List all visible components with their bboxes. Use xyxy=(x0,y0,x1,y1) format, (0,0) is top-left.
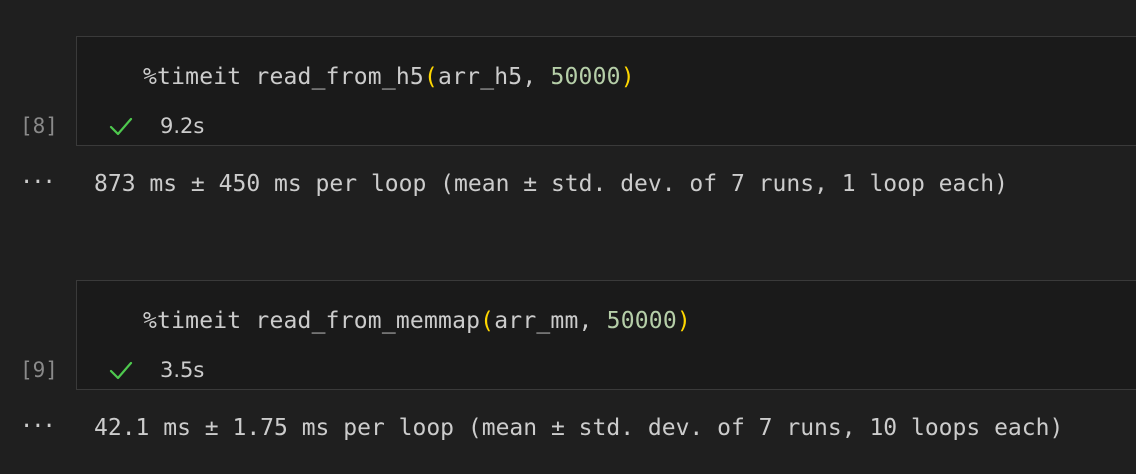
execution-duration: 9.2s xyxy=(160,114,205,138)
code-separator: , xyxy=(522,64,551,90)
code-line[interactable]: %timeit read_from_h5(arr_h5, 50000) xyxy=(143,61,635,93)
code-editor[interactable]: %timeit read_from_memmap(arr_mm, 50000) xyxy=(76,280,1136,390)
notebook-page: %timeit read_from_h5(arr_h5, 50000) [8] … xyxy=(0,0,1136,474)
code-separator: , xyxy=(578,308,607,334)
execution-count: [8] xyxy=(20,114,58,138)
code-close-paren: ) xyxy=(620,64,635,90)
code-open-paren: ( xyxy=(423,64,439,90)
code-arg: arr_mm xyxy=(494,308,579,334)
cell-output: ··· 42.1 ms ± 1.75 ms per loop (mean ± s… xyxy=(0,410,1136,446)
code-number: 50000 xyxy=(606,308,677,334)
code-function: read_from_h5 xyxy=(255,64,424,90)
code-open-paren: ( xyxy=(480,308,495,334)
cell-status: 3.5s xyxy=(108,354,204,386)
ellipsis-icon[interactable]: ··· xyxy=(20,412,56,442)
code-magic: %timeit xyxy=(143,308,242,334)
code-editor[interactable]: %timeit read_from_h5(arr_h5, 50000) xyxy=(76,36,1136,146)
code-number: 50000 xyxy=(550,64,621,90)
cell-status: 9.2s xyxy=(108,110,204,142)
code-arg: arr_h5 xyxy=(438,64,523,90)
check-icon xyxy=(109,361,133,380)
execution-duration: 3.5s xyxy=(160,358,205,382)
output-text: 42.1 ms ± 1.75 ms per loop (mean ± std. … xyxy=(94,415,1064,441)
code-function: read_from_memmap xyxy=(255,308,481,334)
code-close-paren: ) xyxy=(676,308,691,334)
cell-output: ··· 873 ms ± 450 ms per loop (mean ± std… xyxy=(0,166,1136,202)
code-line[interactable]: %timeit read_from_memmap(arr_mm, 50000) xyxy=(143,305,691,337)
check-icon xyxy=(109,117,133,136)
execution-count: [9] xyxy=(20,358,58,382)
code-magic: %timeit xyxy=(143,64,242,90)
output-text: 873 ms ± 450 ms per loop (mean ± std. de… xyxy=(94,171,1008,197)
ellipsis-icon[interactable]: ··· xyxy=(20,168,56,198)
